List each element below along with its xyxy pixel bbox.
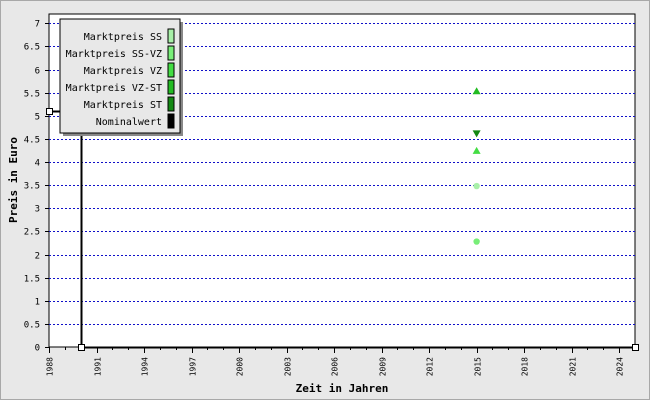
nominalwert-marker	[78, 344, 85, 351]
x-tick-label: 2006	[331, 357, 340, 376]
x-tick-label: 2009	[379, 357, 388, 376]
x-tick-label: 1994	[141, 357, 150, 376]
legend-swatch	[167, 79, 175, 95]
y-axis: 0 0.5 1 1.5 2 2.5 3 3.5 4 4.5 5 5.5 6 6.5 7	[24, 20, 49, 354]
y-tick-label: 0.5	[24, 321, 40, 331]
x-tick-label: 2015	[474, 357, 483, 376]
legend: Marktpreis SS Marktpreis SS-VZ Marktpreis …	[59, 18, 183, 136]
legend-label: Marktpreis SS-VZ	[66, 49, 162, 60]
x-tick-label: 2024	[616, 357, 625, 376]
y-tick-label: 7	[35, 20, 40, 30]
x-tick-label: 2000	[236, 357, 245, 376]
y-tick-label: 2	[35, 252, 40, 262]
y-tick-label: 1	[35, 298, 40, 308]
price-chart: 00.511.522.533.544.555.566.57 1988 1991 19…	[7, 13, 639, 395]
y-tick-label: 4.5	[24, 136, 40, 146]
y-tick-label: 1.5	[24, 275, 40, 285]
legend-swatch	[167, 62, 175, 78]
x-tick-label: 2021	[569, 357, 578, 376]
y-tick-label: 3	[35, 205, 40, 215]
x-tick-label: 1991	[94, 357, 103, 376]
x-tick-label: 1988	[46, 357, 55, 376]
y-tick-label: 3.5	[24, 182, 40, 192]
data-point	[473, 238, 480, 245]
y-tick-label: 5.5	[24, 90, 40, 100]
legend-label: Marktpreis VZ	[84, 66, 162, 77]
y-tick-label: 6.5	[24, 43, 40, 53]
legend-swatch	[167, 45, 175, 61]
legend-swatch	[167, 28, 175, 44]
x-axis-label: Zeit in Jahren	[296, 382, 389, 395]
legend-swatch	[167, 96, 175, 112]
x-tick-label: 2003	[284, 357, 293, 376]
data-point	[473, 182, 480, 190]
legend-swatch	[167, 113, 175, 129]
y-tick-label: 6	[35, 67, 40, 77]
x-tick-label: 2012	[426, 357, 435, 376]
y-tick-label: 2.5	[24, 228, 40, 238]
legend-label: Marktpreis ST	[84, 100, 162, 111]
y-tick-label: 5	[35, 113, 40, 123]
y-tick-label: 4	[35, 159, 40, 169]
nominalwert-marker	[46, 108, 53, 115]
x-tick-label: 1997	[189, 357, 198, 376]
y-tick-label: 0	[35, 344, 40, 354]
x-tick-label: 2018	[521, 357, 530, 376]
legend-label: Marktpreis SS	[84, 32, 162, 43]
legend-label: Nominalwert	[96, 117, 162, 128]
nominalwert-marker	[632, 344, 639, 351]
y-axis-label: Preis in Euro	[7, 137, 20, 223]
legend-label: Marktpreis VZ-ST	[66, 83, 162, 94]
x-axis: 1988 1991 1994 1997 2000 2003 2006 2009 2012 2015…	[46, 347, 636, 376]
